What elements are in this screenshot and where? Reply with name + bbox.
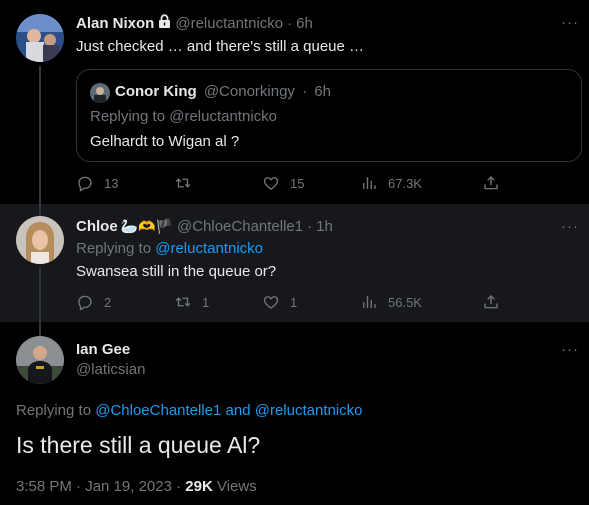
retweet-button[interactable]: 1 xyxy=(174,293,209,311)
more-options-button[interactable]: ··· xyxy=(561,14,579,31)
views-button[interactable]: 56.5K xyxy=(360,293,422,311)
timestamp: 6h xyxy=(314,83,331,100)
tweet-meta: 3:58 PM · Jan 19, 2023 · 29K Views xyxy=(16,478,257,495)
handle[interactable]: @reluctantnicko xyxy=(175,15,283,32)
timestamp[interactable]: 3:58 PM · Jan 19, 2023 · xyxy=(16,478,181,495)
separator-dot: · xyxy=(302,83,308,100)
retweet-count: 1 xyxy=(202,294,210,310)
author-name: Ian Gee xyxy=(76,341,130,358)
tweet-actions: 2 1 1 56.5K xyxy=(76,293,516,313)
replying-to-label: Replying to xyxy=(76,240,152,257)
replying-to-handle[interactable]: @ChloeChantelle1 xyxy=(95,402,221,419)
reply-icon xyxy=(78,295,92,311)
views-chart-icon xyxy=(363,177,376,189)
views-chart-icon xyxy=(363,296,376,308)
avatar xyxy=(90,83,110,103)
more-options-button[interactable]: ··· xyxy=(561,218,579,235)
tweet-chloe[interactable]: Chloe 🦢🫶🏴 @ChloeChantelle1 · 1h ··· Repl… xyxy=(0,204,589,322)
tweet-header: Alan Nixon @reluctantnicko · 6h xyxy=(76,14,313,33)
views-label: Views xyxy=(216,478,257,495)
views-button[interactable]: 67.3K xyxy=(360,174,422,192)
display-name[interactable]: Alan Nixon xyxy=(76,15,154,32)
display-name: Conor King xyxy=(115,83,197,100)
quote-header: Conor King @Conorkingy · 6h xyxy=(115,83,331,100)
replying-to: Replying to @reluctantnicko xyxy=(90,108,277,125)
retweet-icon xyxy=(175,297,191,307)
like-count: 15 xyxy=(290,175,305,191)
tweet-text: Swansea still in the queue or? xyxy=(76,263,277,280)
thread-line xyxy=(39,268,41,322)
handle: @Conorkingy xyxy=(203,83,295,100)
share-icon xyxy=(484,295,498,309)
views-count: 29K xyxy=(185,478,213,495)
tweet-alan-nixon[interactable]: Alan Nixon @reluctantnicko · 6h ··· Just… xyxy=(0,0,589,204)
quote-text: Gelhardt to Wigan al ? xyxy=(90,133,240,150)
retweet-icon xyxy=(175,178,191,188)
timestamp[interactable]: 6h xyxy=(296,15,313,32)
like-count: 1 xyxy=(290,294,298,310)
reply-count: 2 xyxy=(104,294,112,310)
name-emoji: 🦢🫶🏴 xyxy=(120,218,173,234)
replying-to: Replying to @ChloeChantelle1 and @reluct… xyxy=(16,402,363,419)
views-count: 67.3K xyxy=(388,175,422,191)
avatar[interactable] xyxy=(16,14,64,62)
heart-icon xyxy=(263,177,279,190)
replying-to-handle: @reluctantnicko xyxy=(169,108,277,125)
tweet-text: Is there still a queue Al? xyxy=(16,432,261,458)
avatar[interactable] xyxy=(16,336,64,384)
handle[interactable]: @ChloeChantelle1 xyxy=(177,218,303,235)
heart-icon xyxy=(263,296,279,309)
like-button[interactable]: 1 xyxy=(262,293,297,311)
separator-dot: · xyxy=(307,218,313,235)
avatar[interactable] xyxy=(16,216,64,264)
display-name[interactable]: Ian Gee xyxy=(76,341,130,358)
reply-button[interactable]: 13 xyxy=(76,174,118,192)
thread-line xyxy=(39,204,41,216)
lock-icon xyxy=(158,14,171,33)
replying-to-label: Replying to xyxy=(90,108,166,125)
thread-line xyxy=(39,322,41,336)
reply-count: 13 xyxy=(104,175,119,191)
timestamp[interactable]: 1h xyxy=(316,218,333,235)
reply-icon xyxy=(78,176,92,192)
like-button[interactable]: 15 xyxy=(262,174,304,192)
tweet-header: Chloe 🦢🫶🏴 @ChloeChantelle1 · 1h xyxy=(76,218,333,235)
display-name[interactable]: Chloe xyxy=(76,218,118,235)
tweet-actions: 13 15 67.3K xyxy=(76,174,516,194)
handle[interactable]: @laticsian xyxy=(76,361,145,378)
views-count: 56.5K xyxy=(388,294,422,310)
retweet-button[interactable] xyxy=(174,174,202,192)
replying-to-and: and xyxy=(225,402,251,419)
more-options-button[interactable]: ··· xyxy=(561,341,579,358)
tweet-ian-gee[interactable]: Ian Gee @laticsian ··· Replying to @Chlo… xyxy=(0,322,589,505)
share-icon xyxy=(484,176,498,190)
share-button[interactable] xyxy=(482,293,500,311)
share-button[interactable] xyxy=(482,174,500,192)
tweet-text: Just checked … and there's still a queue… xyxy=(76,38,365,55)
replying-to: Replying to @reluctantnicko xyxy=(76,240,263,257)
thread-line xyxy=(39,66,41,204)
replying-to-handle[interactable]: @reluctantnicko xyxy=(255,402,363,419)
separator-dot: · xyxy=(287,15,293,32)
quoted-tweet[interactable]: Conor King @Conorkingy · 6h Replying to … xyxy=(76,69,582,162)
reply-button[interactable]: 2 xyxy=(76,293,111,311)
replying-to-handle[interactable]: @reluctantnicko xyxy=(155,240,263,257)
replying-to-label: Replying to xyxy=(16,402,92,419)
